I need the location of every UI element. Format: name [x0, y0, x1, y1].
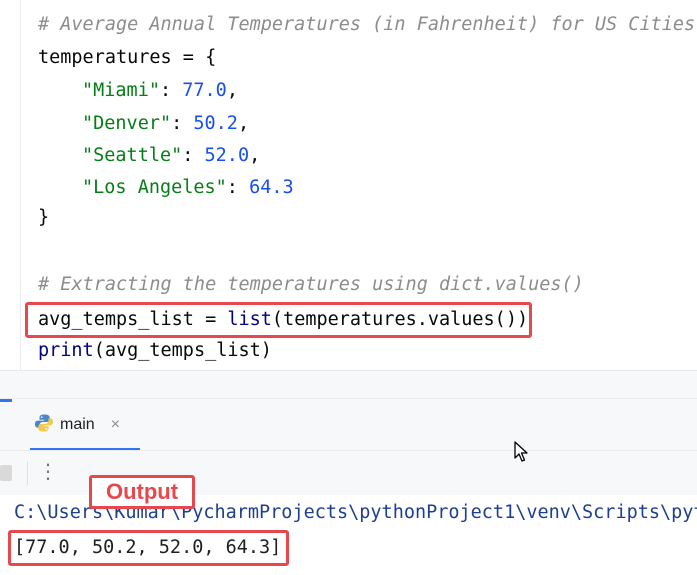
code-entry-denver: "Denver": 50.2,: [82, 113, 250, 134]
gutter-divider: [20, 0, 21, 370]
code-highlight-box: [25, 302, 532, 338]
panel-separator: [0, 370, 697, 399]
code-entry-seattle: "Seattle": 52.0,: [82, 145, 261, 166]
code-dict-open: temperatures = {: [38, 47, 217, 68]
output-annotation-label: Output: [89, 475, 195, 509]
entry-key: "Denver": [82, 113, 172, 134]
entry-key: "Seattle": [82, 145, 183, 166]
entry-key: "Los Angeles": [82, 177, 227, 198]
entry-trail: ,: [237, 113, 250, 134]
code-comment-extract: # Extracting the temperatures using dict…: [38, 274, 584, 295]
entry-trail: ,: [249, 145, 261, 166]
code-dict-close: }: [38, 207, 50, 228]
tab-main-label: main: [60, 416, 95, 433]
tab-accent: [0, 399, 12, 402]
toolbar-divider: [27, 461, 28, 485]
python-icon: [34, 413, 54, 438]
stop-icon[interactable]: [0, 465, 12, 481]
code-comment-title: # Average Annual Temperatures (in Fahren…: [38, 14, 696, 35]
entry-value: 50.2: [193, 113, 238, 134]
entry-value: 64.3: [249, 177, 294, 198]
more-options-icon[interactable]: ⋮: [38, 459, 58, 483]
entry-value: 77.0: [182, 80, 227, 101]
code-editor[interactable]: # Average Annual Temperatures (in Fahren…: [0, 0, 697, 370]
code-entry-miami: "Miami": 77.0,: [82, 80, 238, 101]
code-entry-los-angeles: "Los Angeles": 64.3: [82, 177, 294, 198]
tab-main[interactable]: main ×: [34, 409, 120, 441]
print-rest: (avg_temps_list): [93, 340, 272, 361]
print-fn: print: [38, 340, 94, 361]
close-icon[interactable]: ×: [111, 416, 120, 434]
output-highlight-box: [8, 530, 289, 566]
code-print: print(avg_temps_list): [38, 337, 272, 365]
entry-key: "Miami": [82, 80, 160, 101]
mouse-pointer-icon: [514, 441, 528, 462]
entry-trail: ,: [226, 80, 238, 101]
entry-value: 52.0: [204, 145, 250, 166]
run-tool-tabbar: main ×: [0, 398, 697, 451]
